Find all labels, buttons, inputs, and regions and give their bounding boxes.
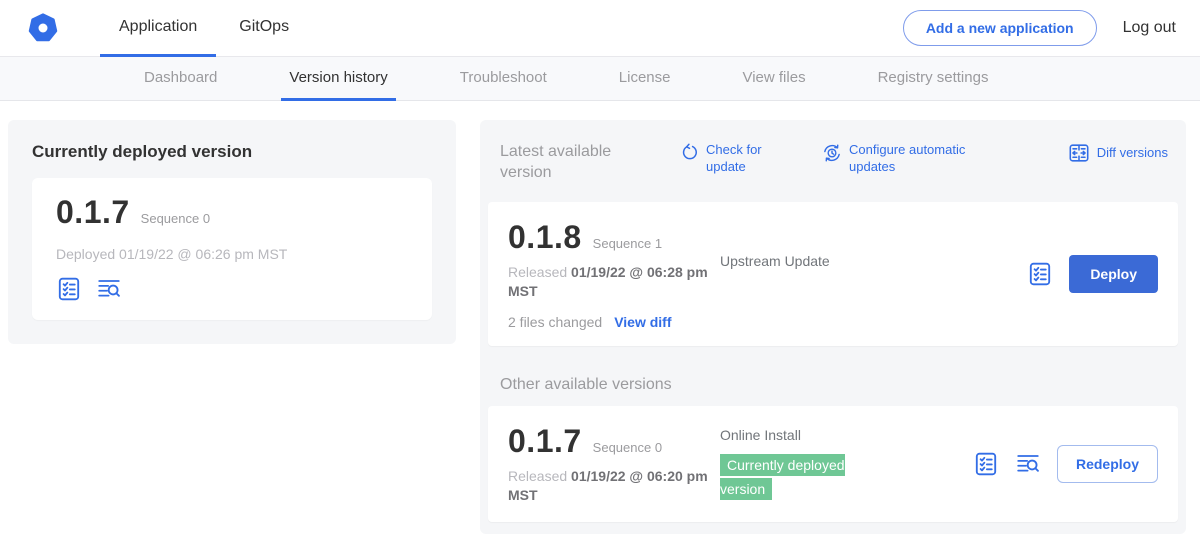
currently-deployed-badge: Currently deployed version	[720, 454, 845, 500]
add-application-button[interactable]: Add a new application	[903, 10, 1097, 46]
tab-gitops-label: GitOps	[239, 18, 289, 36]
view-logs-icon[interactable]	[96, 276, 122, 302]
available-panel-title: Latest available version	[500, 142, 626, 184]
tab-gitops[interactable]: GitOps	[220, 0, 308, 57]
other-version-source-block: Online Install Currently deployed versio…	[720, 427, 965, 502]
preflight-checks-icon[interactable]	[973, 451, 999, 477]
diff-versions-link[interactable]: Diff versions	[1068, 142, 1168, 164]
subnav-item-registry-settings[interactable]: Registry settings	[870, 57, 997, 101]
available-versions-panel: Latest available version Check for updat…	[480, 120, 1186, 534]
subnav-label: Dashboard	[144, 69, 217, 86]
subnav-item-view-files[interactable]: View files	[734, 57, 813, 101]
subnav-label: View files	[742, 69, 805, 86]
subnav-label: Version history	[289, 69, 387, 86]
deployed-panel-title: Currently deployed version	[32, 142, 432, 162]
diff-versions-label: Diff versions	[1097, 145, 1168, 162]
preflight-checks-icon[interactable]	[1027, 261, 1053, 287]
top-navigation: Application GitOps Add a new application…	[0, 0, 1200, 57]
tab-application[interactable]: Application	[100, 0, 216, 57]
subnav-item-license[interactable]: License	[611, 57, 679, 101]
available-panel-header: Latest available version Check for updat…	[488, 136, 1178, 184]
diff-icon	[1068, 142, 1090, 164]
latest-version-info: 0.1.8 Sequence 1 Released 01/19/22 @ 06:…	[508, 219, 720, 330]
latest-version-actions: Deploy	[1027, 255, 1158, 293]
released-prefix: Released	[508, 264, 571, 280]
latest-sequence-label: Sequence 1	[593, 236, 662, 251]
other-sequence-label: Sequence 0	[593, 440, 662, 455]
latest-version-card: 0.1.8 Sequence 1 Released 01/19/22 @ 06:…	[488, 202, 1178, 346]
other-version-source: Online Install	[720, 427, 801, 443]
latest-files-changed-row: 2 files changed View diff	[508, 314, 720, 330]
view-logs-icon[interactable]	[1015, 451, 1041, 477]
check-for-update-label: Check for update	[706, 142, 776, 176]
subnav-item-dashboard[interactable]: Dashboard	[136, 57, 225, 101]
other-released-timestamp: Released 01/19/22 @ 06:20 pm MST	[508, 467, 713, 506]
subnav-label: Registry settings	[878, 69, 989, 86]
check-for-update-link[interactable]: Check for update	[680, 142, 776, 176]
subnav-label: Troubleshoot	[460, 69, 547, 86]
latest-version-number: 0.1.8	[508, 219, 582, 256]
deployed-version-row: 0.1.7 Sequence 0	[56, 194, 408, 231]
app-subnav: Dashboard Version history Troubleshoot L…	[0, 57, 1200, 101]
preflight-checks-icon[interactable]	[56, 276, 82, 302]
subnav-label: License	[619, 69, 671, 86]
latest-version-row: 0.1.8 Sequence 1	[508, 219, 720, 256]
other-version-number: 0.1.7	[508, 423, 582, 460]
deploy-button[interactable]: Deploy	[1069, 255, 1158, 293]
latest-version-source: Upstream Update	[720, 253, 1019, 269]
other-version-row: 0.1.7 Sequence 0	[508, 423, 720, 460]
configure-automatic-updates-link[interactable]: Configure automatic updates	[822, 142, 989, 176]
other-version-card: 0.1.7 Sequence 0 Released 01/19/22 @ 06:…	[488, 406, 1178, 522]
configure-automatic-updates-label: Configure automatic updates	[849, 142, 989, 176]
app-logo-icon[interactable]	[28, 13, 58, 43]
view-diff-link[interactable]: View diff	[614, 314, 671, 330]
top-tabs: Application GitOps	[100, 0, 308, 56]
refresh-icon	[680, 143, 699, 162]
files-changed-label: 2 files changed	[508, 314, 602, 330]
deployed-badge-wrap: Currently deployed version	[720, 454, 878, 502]
version-history-page: Currently deployed version 0.1.7 Sequenc…	[0, 101, 1200, 534]
subnav-item-troubleshoot[interactable]: Troubleshoot	[452, 57, 555, 101]
clock-refresh-icon	[822, 143, 842, 163]
redeploy-button[interactable]: Redeploy	[1057, 445, 1158, 483]
tab-application-label: Application	[119, 18, 197, 36]
deployed-timestamp: Deployed 01/19/22 @ 06:26 pm MST	[56, 246, 408, 262]
other-version-actions: Redeploy	[973, 445, 1158, 483]
deployed-sequence-label: Sequence 0	[141, 211, 210, 226]
subnav-item-version-history[interactable]: Version history	[281, 57, 395, 101]
released-prefix: Released	[508, 468, 571, 484]
header-spacer	[308, 0, 903, 56]
deployed-version-card: 0.1.7 Sequence 0 Deployed 01/19/22 @ 06:…	[32, 178, 432, 320]
deployed-card-actions	[56, 276, 408, 302]
latest-released-timestamp: Released 01/19/22 @ 06:28 pm MST	[508, 263, 713, 302]
logout-button[interactable]: Log out	[1123, 19, 1176, 37]
other-available-versions-title: Other available versions	[500, 376, 1178, 394]
other-version-info: 0.1.7 Sequence 0 Released 01/19/22 @ 06:…	[508, 423, 720, 506]
deployed-version-number: 0.1.7	[56, 194, 130, 231]
currently-deployed-panel: Currently deployed version 0.1.7 Sequenc…	[8, 120, 456, 344]
